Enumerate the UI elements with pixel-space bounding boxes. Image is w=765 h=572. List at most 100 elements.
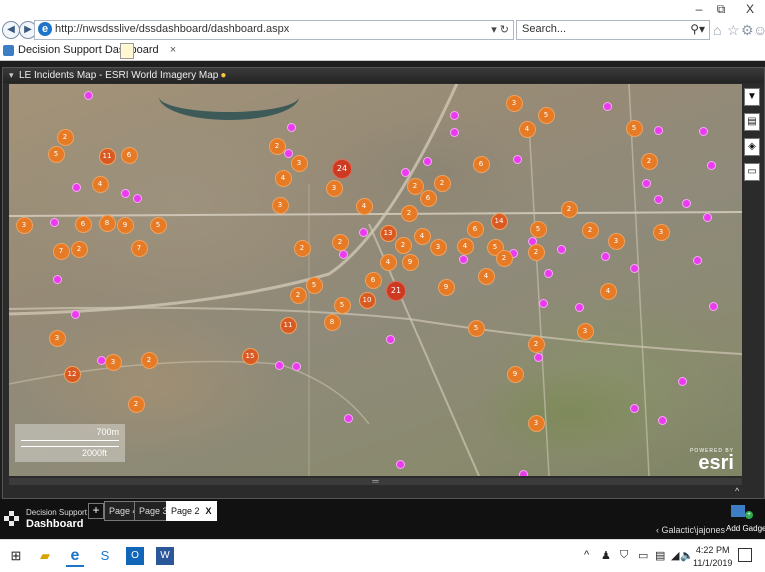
incident-cluster-marker[interactable]: 4 <box>413 227 431 245</box>
tab-page-2[interactable]: Page 2 X <box>166 501 217 521</box>
incident-cluster-marker[interactable]: 3 <box>527 414 545 432</box>
incident-cluster-marker[interactable]: 9 <box>506 365 524 383</box>
incident-point-marker[interactable] <box>574 302 584 312</box>
incident-point-marker[interactable] <box>358 227 368 237</box>
incident-point-marker[interactable] <box>653 194 663 204</box>
incident-cluster-marker[interactable]: 4 <box>379 253 397 271</box>
incident-point-marker[interactable] <box>602 101 612 111</box>
incident-cluster-marker[interactable]: 2 <box>331 233 349 251</box>
close-page-icon[interactable]: X <box>206 506 212 516</box>
incident-point-marker[interactable] <box>400 167 410 177</box>
incident-point-marker[interactable] <box>681 198 691 208</box>
incident-cluster-marker[interactable]: 2 <box>400 204 418 222</box>
incident-cluster-marker[interactable]: 8 <box>323 313 341 331</box>
incident-cluster-marker[interactable]: 13 <box>379 224 397 242</box>
incident-point-marker[interactable] <box>641 178 651 188</box>
incident-cluster-marker[interactable]: 5 <box>149 216 167 234</box>
search-icon[interactable]: ⚲▾ <box>690 22 705 36</box>
incident-point-marker[interactable] <box>518 469 528 476</box>
tray-app-icon[interactable]: ♟ <box>601 549 611 562</box>
incident-point-marker[interactable] <box>449 110 459 120</box>
settings-gear-icon[interactable]: ⚙ <box>741 22 754 39</box>
incident-cluster-marker[interactable]: 6 <box>120 146 138 164</box>
minimize-button[interactable]: – <box>690 2 708 16</box>
incident-cluster-marker[interactable]: 11 <box>279 316 297 334</box>
tray-chevron-icon[interactable]: ^ <box>584 549 589 561</box>
incident-cluster-marker[interactable]: 6 <box>466 220 484 238</box>
incident-point-marker[interactable] <box>708 301 718 311</box>
incident-cluster-marker[interactable]: 2 <box>289 286 307 304</box>
incident-cluster-marker[interactable]: 2 <box>495 249 513 267</box>
windows-start-icon[interactable]: ⊞ <box>7 547 25 565</box>
incident-point-marker[interactable] <box>83 90 93 100</box>
incident-point-marker[interactable] <box>702 212 712 222</box>
incident-cluster-marker[interactable]: 4 <box>274 169 292 187</box>
tab-close-icon[interactable]: × <box>170 44 176 56</box>
incident-cluster-marker[interactable]: 5 <box>305 276 323 294</box>
incident-point-marker[interactable] <box>49 217 59 227</box>
incident-cluster-marker[interactable]: 5 <box>529 220 547 238</box>
tab-decision-support-dashboard[interactable]: Decision Support Dashboard × <box>0 42 181 60</box>
incident-cluster-marker[interactable]: 6 <box>472 155 490 173</box>
volume-icon[interactable]: 🔈 <box>680 549 694 562</box>
incident-cluster-marker[interactable]: 3 <box>429 238 447 256</box>
incident-point-marker[interactable] <box>120 188 130 198</box>
incident-point-marker[interactable] <box>706 160 716 170</box>
word-icon[interactable]: W <box>156 547 174 565</box>
incident-point-marker[interactable] <box>395 459 405 469</box>
incident-point-marker[interactable] <box>556 244 566 254</box>
incident-point-marker[interactable] <box>629 263 639 273</box>
panel-splitter[interactable]: ═ <box>9 477 742 486</box>
incident-point-marker[interactable] <box>629 403 639 413</box>
incident-cluster-marker[interactable]: 2 <box>394 236 412 254</box>
incident-cluster-marker[interactable]: 9 <box>437 278 455 296</box>
incident-cluster-marker[interactable]: 9 <box>401 253 419 271</box>
incident-cluster-marker[interactable]: 7 <box>52 242 70 260</box>
incident-cluster-marker[interactable]: 2 <box>581 221 599 239</box>
incident-cluster-marker[interactable]: 4 <box>518 120 536 138</box>
incident-point-marker[interactable] <box>385 334 395 344</box>
incident-cluster-marker[interactable]: 2 <box>140 351 158 369</box>
incident-point-marker[interactable] <box>653 125 663 135</box>
incident-cluster-marker[interactable]: 14 <box>490 212 508 230</box>
incident-cluster-marker[interactable]: 11 <box>98 147 116 165</box>
incident-cluster-marker[interactable]: 2 <box>640 152 658 170</box>
incident-cluster-marker[interactable]: 5 <box>47 145 65 163</box>
collapse-up-icon[interactable]: ^ <box>735 486 739 496</box>
incident-cluster-marker[interactable]: 4 <box>599 282 617 300</box>
security-shield-icon[interactable]: ⛉ <box>620 549 628 562</box>
incident-cluster-marker[interactable]: 3 <box>48 329 66 347</box>
current-user[interactable]: ‹ Galactic\jajones <box>656 525 725 535</box>
home-icon[interactable]: ⌂ <box>713 22 721 38</box>
incident-point-marker[interactable] <box>70 309 80 319</box>
incident-cluster-marker[interactable]: 5 <box>333 296 351 314</box>
incident-point-marker[interactable] <box>132 193 142 203</box>
incident-point-marker[interactable] <box>422 156 432 166</box>
incident-cluster-marker[interactable]: 15 <box>241 347 259 365</box>
refresh-icon[interactable]: ▾ ↻ <box>491 23 509 36</box>
incident-point-marker[interactable] <box>274 360 284 370</box>
incident-point-marker[interactable] <box>338 249 348 259</box>
incident-cluster-marker[interactable]: 4 <box>355 197 373 215</box>
imagery-map[interactable]: 2 5 11 6 4 3 6 8 9 5 7 2 7 3 12 3 2 2 15 11 8 5 10 24 3 4 2 3 4 3 2 5 2 2… <box>9 84 742 476</box>
incident-cluster-marker[interactable]: 3 <box>607 232 625 250</box>
incident-point-marker[interactable] <box>692 255 702 265</box>
outlook-icon[interactable]: O <box>126 547 144 565</box>
system-clock[interactable]: 4:22 PM 11/1/2019 <box>693 544 732 570</box>
add-gadget-plus-icon[interactable]: + <box>745 511 753 519</box>
incident-cluster-marker[interactable]: 2 <box>56 128 74 146</box>
incident-cluster-marker[interactable]: 5 <box>467 319 485 337</box>
incident-cluster-marker[interactable]: 4 <box>477 267 495 285</box>
incident-cluster-marker[interactable]: 7 <box>130 239 148 257</box>
incident-cluster-marker[interactable]: 2 <box>268 137 286 155</box>
favorites-star-icon[interactable]: ☆ <box>727 22 740 39</box>
incident-cluster-marker[interactable]: 10 <box>358 291 376 309</box>
incident-cluster-marker[interactable]: 12 <box>63 365 81 383</box>
incident-cluster-marker[interactable]: 3 <box>652 223 670 241</box>
restore-button[interactable]: ⧉ <box>712 2 730 16</box>
layers-icon[interactable]: ▤ <box>744 113 760 131</box>
incident-point-marker[interactable] <box>698 126 708 136</box>
incident-cluster-marker[interactable]: 5 <box>625 119 643 137</box>
incident-cluster-marker[interactable]: 21 <box>386 281 406 301</box>
incident-point-marker[interactable] <box>458 254 468 264</box>
